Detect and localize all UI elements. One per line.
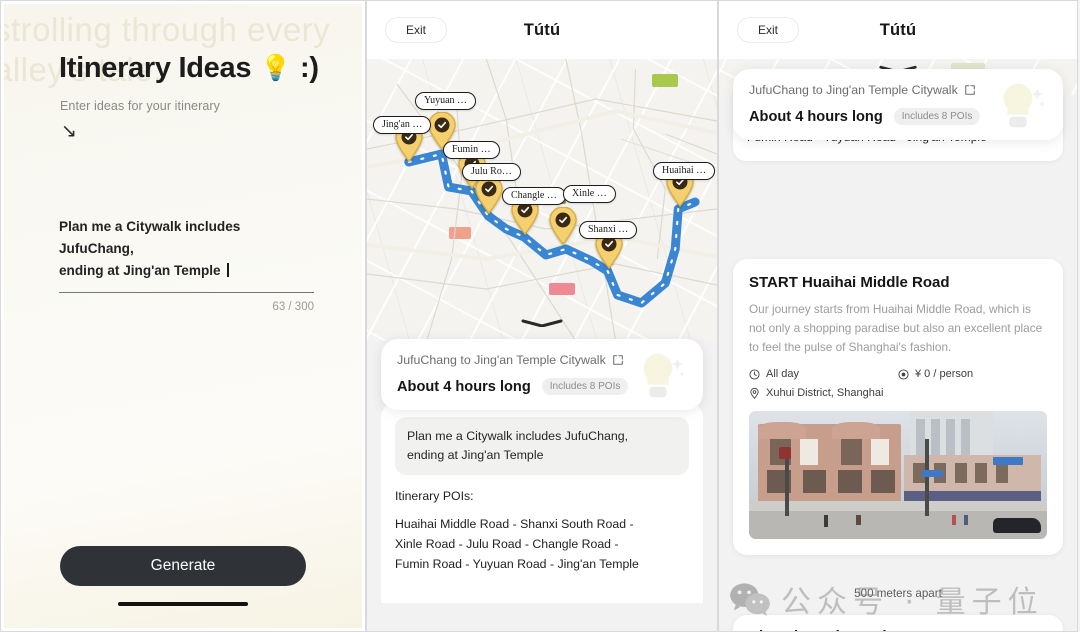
duration-row: About 4 hours long Includes 8 POIs <box>397 378 687 395</box>
detail-scroll-area[interactable]: Xinle Road - Julu Road - Changle Road - … <box>719 59 1077 631</box>
arrow-down-right-icon: ↘ <box>61 121 77 142</box>
coin-icon <box>898 369 909 380</box>
route-name: JufuChang to Jing'an Temple Citywalk <box>749 83 958 97</box>
idea-input-area[interactable]: Plan me a Citywalk includes JufuChang, e… <box>59 194 314 313</box>
right-header-bar: Exit Tútú <box>719 1 1077 59</box>
share-external-icon[interactable] <box>964 84 976 96</box>
lightbulb-icon: 💡 <box>260 54 291 82</box>
middle-header-bar: Exit Tútú <box>367 1 717 59</box>
input-underline <box>59 291 314 293</box>
panel-itinerary-detail: Exit Tútú Xinle Road - Julu Road - Chang… <box>718 0 1078 632</box>
check-icon <box>481 181 497 197</box>
page-title: Itinerary Ideas 💡 :) <box>59 52 319 85</box>
page-subtitle: Enter ideas for your itinerary <box>60 99 221 113</box>
page-title-text: Itinerary Ideas <box>59 52 252 84</box>
panel-itinerary-ideas: strolling through every alley's tale. It… <box>0 0 366 632</box>
poi-meta-location: Xuhui District, Shanghai <box>749 387 1047 399</box>
map-marker[interactable] <box>548 207 578 245</box>
route-name-row: JufuChang to Jing'an Temple Citywalk <box>397 353 687 367</box>
route-name-row: JufuChang to Jing'an Temple Citywalk <box>749 83 1047 97</box>
map-poi-label[interactable]: Julu Ro… <box>462 163 521 181</box>
check-icon <box>555 212 571 228</box>
route-summary-wrapper: JufuChang to Jing'an Temple Citywalk Abo… <box>381 339 703 410</box>
poi-meta-hours-text: All day <box>766 368 800 381</box>
generate-button[interactable]: Generate <box>60 546 306 586</box>
exit-button[interactable]: Exit <box>737 17 799 43</box>
generate-section: Generate <box>4 546 362 606</box>
map-block-salmon <box>449 227 471 239</box>
map-poi-label[interactable]: Fumin … <box>443 141 500 159</box>
poi-card-description: Our journey starts from Huaihai Middle R… <box>749 302 1043 355</box>
panel-map-result: Exit Tútú Yuyuan … Jing'an … Fumin … Jul… <box>366 0 718 632</box>
itinerary-pois-list: Huaihai Middle Road - Shanxi South Road … <box>395 516 639 571</box>
sheet-drag-handle[interactable] <box>520 319 564 327</box>
poi-count-badge: Includes 8 POIs <box>541 378 629 395</box>
map-poi-label[interactable]: Shanxi … <box>579 221 638 239</box>
character-counter: 63 / 300 <box>272 300 314 313</box>
screenshot-root: strolling through every alley's tale. It… <box>0 0 1080 632</box>
map-view[interactable]: Yuyuan … Jing'an … Fumin … Julu Ro… Chan… <box>367 59 717 341</box>
poi-meta-hours: All day <box>749 368 898 380</box>
map-poi-label[interactable]: Yuyuan … <box>415 92 477 110</box>
map-block-rose <box>549 283 575 295</box>
home-indicator <box>118 602 248 606</box>
itinerary-pois-heading: Itinerary POIs: <box>395 488 474 503</box>
share-external-icon[interactable] <box>612 354 624 366</box>
check-icon <box>434 117 450 133</box>
idea-input-field[interactable]: Plan me a Citywalk includes JufuChang, e… <box>59 194 314 283</box>
map-poi-label[interactable]: Jing'an … <box>373 116 432 134</box>
poi-meta-location-text: Xuhui District, Shanghai <box>766 387 884 400</box>
route-summary-card[interactable]: JufuChang to Jing'an Temple Citywalk Abo… <box>381 339 703 410</box>
left-screen-body: strolling through every alley's tale. It… <box>4 4 362 628</box>
distance-between-pois: 500 meters apart <box>854 587 942 600</box>
text-caret <box>226 263 229 278</box>
poi-card-title: START Huaihai Middle Road <box>749 274 950 291</box>
route-summary-wrapper: JufuChang to Jing'an Temple Citywalk Abo… <box>733 69 1063 140</box>
poi-meta-group: All day ¥ 0 / person Xuhui District, Sha… <box>749 368 1047 399</box>
map-marker[interactable] <box>474 176 504 214</box>
duration-row: About 4 hours long Includes 8 POIs <box>749 108 1047 125</box>
poi-detail-card[interactable]: Shanxi South Road Leaving Huaihai Middle… <box>733 615 1063 631</box>
route-summary-card[interactable]: JufuChang to Jing'an Temple Citywalk Abo… <box>733 69 1063 140</box>
route-duration: About 4 hours long <box>397 378 531 395</box>
clock-icon <box>749 369 760 380</box>
user-message-bubble: Plan me a Citywalk includes JufuChang, e… <box>395 417 689 475</box>
poi-card-title: Shanxi South Road <box>749 628 1047 631</box>
poi-photo <box>749 411 1047 540</box>
map-poi-label[interactable]: Huaihai … <box>653 162 716 180</box>
poi-detail-card[interactable]: START Huaihai Middle Road Our journey st… <box>733 259 1063 556</box>
page-title-smiley: :) <box>300 52 319 84</box>
chat-sheet: Plan me a Citywalk includes JufuChang, e… <box>381 403 703 603</box>
poi-count-badge: Includes 8 POIs <box>893 108 981 125</box>
poi-meta-price-text: ¥ 0 / person <box>915 368 974 381</box>
location-pin-icon <box>750 387 759 399</box>
map-poi-label[interactable]: Xinle … <box>563 185 616 203</box>
idea-input-value: Plan me a Citywalk includes JufuChang, e… <box>59 219 241 279</box>
map-poi-label[interactable]: Changle … <box>502 187 566 205</box>
exit-button[interactable]: Exit <box>385 17 447 43</box>
route-name: JufuChang to Jing'an Temple Citywalk <box>397 353 606 367</box>
poi-meta-price: ¥ 0 / person <box>898 368 1047 380</box>
map-park-block <box>652 74 678 87</box>
route-duration: About 4 hours long <box>749 108 883 125</box>
